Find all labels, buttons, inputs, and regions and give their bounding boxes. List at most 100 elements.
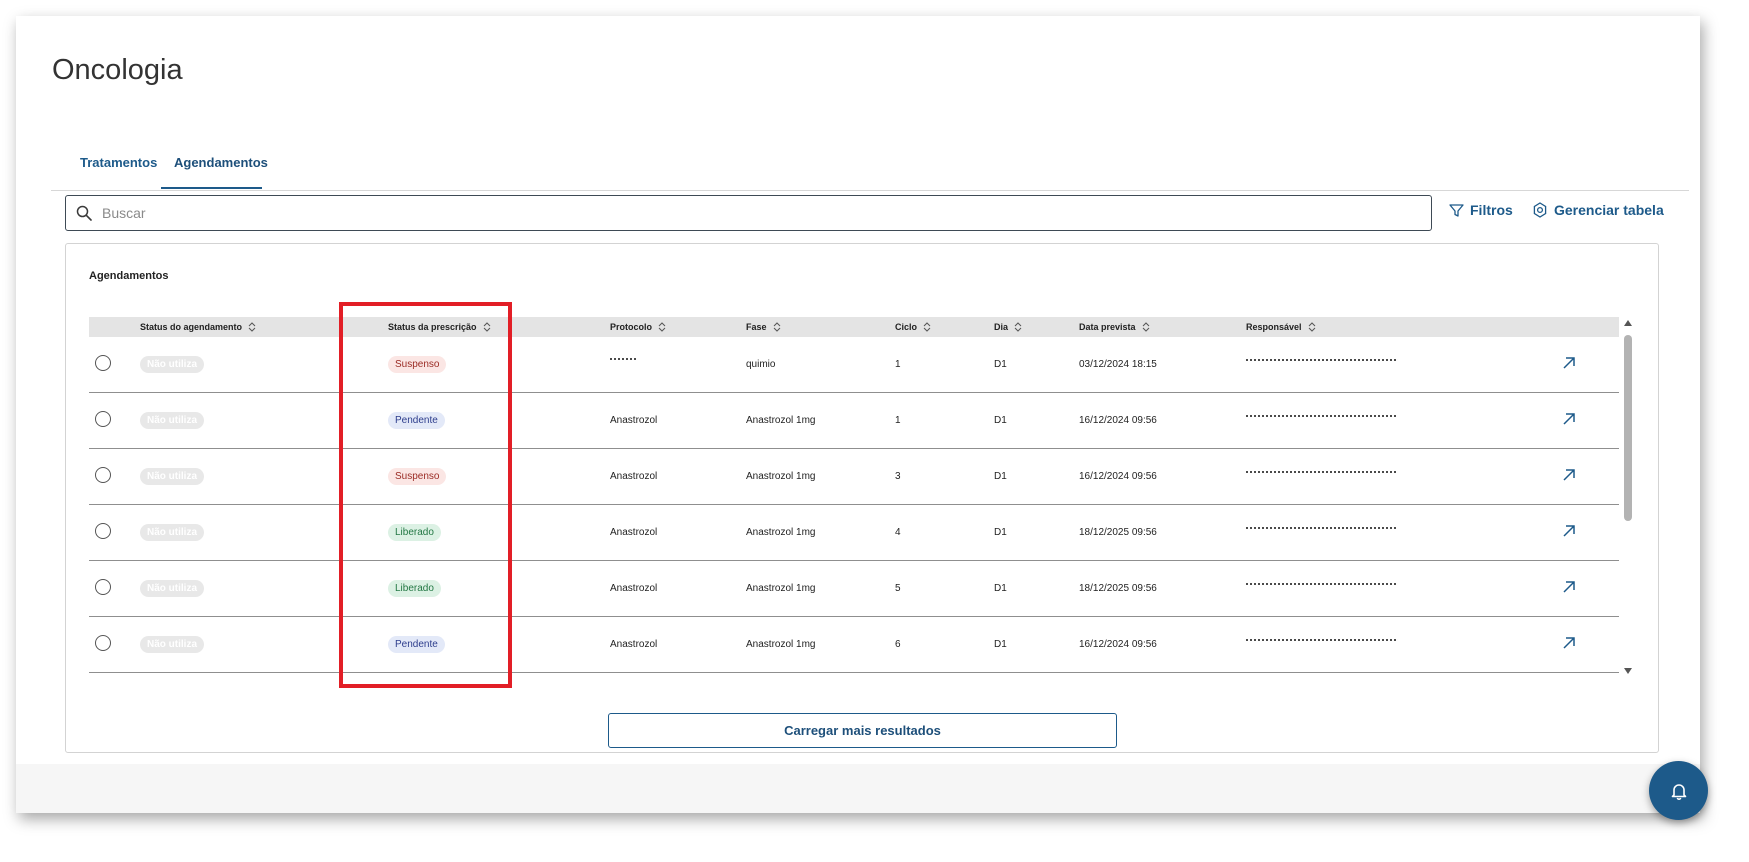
row-select-radio[interactable] xyxy=(95,411,111,427)
sort-icon xyxy=(1308,322,1315,332)
status-agendamento-badge: Não utiliza xyxy=(140,411,205,429)
tab-agendamentos[interactable]: Agendamentos xyxy=(161,143,268,189)
column-label: Ciclo xyxy=(895,322,918,332)
status-prescricao-badge: Suspenso xyxy=(388,467,447,485)
search-icon xyxy=(76,205,92,221)
column-label: Responsável xyxy=(1246,322,1302,332)
responsavel-masked xyxy=(1246,583,1396,587)
protocolo-cell: Anastrozol xyxy=(610,471,658,482)
fase-cell: Anastrozol 1mg xyxy=(746,415,816,426)
row-select-radio[interactable] xyxy=(95,523,111,539)
column-header-protocolo[interactable]: Protocolo xyxy=(610,317,666,337)
arrow-up-right-icon[interactable] xyxy=(1562,356,1576,370)
responsavel-masked xyxy=(1246,527,1396,531)
filter-icon xyxy=(1449,203,1464,217)
table-row[interactable]: Não utiliza Suspenso quimio 1 D1 03/12/2… xyxy=(89,337,1619,393)
tab-bar: Tratamentos Agendamentos xyxy=(51,143,1689,191)
row-select-radio[interactable] xyxy=(95,355,111,371)
column-header-status-prescricao[interactable]: Status da prescrição xyxy=(388,317,491,337)
filters-button[interactable]: Filtros xyxy=(1449,202,1513,218)
sort-icon xyxy=(658,322,666,332)
table-scrollbar[interactable] xyxy=(1621,317,1635,678)
column-header-dia[interactable]: Dia xyxy=(994,317,1022,337)
status-agendamento-badge: Não utiliza xyxy=(140,523,205,541)
column-header-status-agendamento[interactable]: Status do agendamento xyxy=(140,317,256,337)
table-row[interactable]: Não utiliza Pendente Anastrozol Anastroz… xyxy=(89,393,1619,449)
status-prescricao-badge: Suspenso xyxy=(388,355,447,373)
manage-table-button[interactable]: Gerenciar tabela xyxy=(1532,202,1664,218)
dia-cell: D1 xyxy=(994,527,1007,538)
protocolo-cell: Anastrozol xyxy=(610,527,658,538)
row-select-radio[interactable] xyxy=(95,467,111,483)
column-header-ciclo[interactable]: Ciclo xyxy=(895,317,931,337)
footer-band xyxy=(16,764,1700,813)
search-input[interactable] xyxy=(100,204,1404,222)
dia-cell: D1 xyxy=(994,415,1007,426)
sort-icon xyxy=(923,322,931,332)
ciclo-cell: 1 xyxy=(895,415,901,426)
status-agendamento-badge: Não utiliza xyxy=(140,579,205,597)
data-prevista-cell: 18/12/2025 09:56 xyxy=(1079,527,1157,538)
table-row[interactable]: Não utiliza Liberado Anastrozol Anastroz… xyxy=(89,505,1619,561)
sort-icon xyxy=(1014,322,1022,332)
notifications-button[interactable] xyxy=(1649,761,1708,820)
status-prescricao-badge: Pendente xyxy=(388,411,445,429)
status-agendamento-badge: Não utiliza xyxy=(140,355,205,373)
manage-table-label: Gerenciar tabela xyxy=(1554,202,1664,218)
sort-icon xyxy=(1142,322,1149,332)
scroll-up-arrow[interactable] xyxy=(1624,320,1632,326)
app-window: Oncologia Tratamentos Agendamentos Filtr… xyxy=(16,16,1708,820)
column-label: Data prevista xyxy=(1079,322,1136,332)
protocolo-masked xyxy=(610,358,636,362)
status-prescricao-badge: Pendente xyxy=(388,635,445,653)
responsavel-masked xyxy=(1246,359,1396,363)
fase-cell: Anastrozol 1mg xyxy=(746,471,816,482)
column-label: Status do agendamento xyxy=(140,322,243,332)
fase-cell: Anastrozol 1mg xyxy=(746,527,816,538)
column-label: Fase xyxy=(746,322,767,332)
table-header: Status do agendamento Status da prescriç… xyxy=(89,317,1619,337)
row-select-radio[interactable] xyxy=(95,635,111,651)
column-label: Status da prescrição xyxy=(388,322,477,332)
fase-cell: Anastrozol 1mg xyxy=(746,639,816,650)
status-prescricao-badge: Liberado xyxy=(388,523,441,541)
search-box xyxy=(65,195,1432,231)
data-prevista-cell: 16/12/2024 09:56 xyxy=(1079,415,1157,426)
arrow-up-right-icon[interactable] xyxy=(1562,580,1576,594)
table-row[interactable]: Não utiliza Liberado Anastrozol Anastroz… xyxy=(89,561,1619,617)
scrollbar-thumb[interactable] xyxy=(1624,335,1632,521)
dia-cell: D1 xyxy=(994,583,1007,594)
arrow-up-right-icon[interactable] xyxy=(1562,636,1576,650)
dia-cell: D1 xyxy=(994,471,1007,482)
protocolo-cell: Anastrozol xyxy=(610,583,658,594)
sort-icon xyxy=(483,322,490,332)
table-row[interactable]: Não utiliza Suspenso Anastrozol Anastroz… xyxy=(89,449,1619,505)
table-row[interactable]: Não utiliza Pendente Anastrozol Anastroz… xyxy=(89,617,1619,673)
scroll-down-arrow[interactable] xyxy=(1624,668,1632,674)
agendamentos-table: Status do agendamento Status da prescriç… xyxy=(89,317,1637,678)
arrow-up-right-icon[interactable] xyxy=(1562,524,1576,538)
dia-cell: D1 xyxy=(994,639,1007,650)
data-prevista-cell: 03/12/2024 18:15 xyxy=(1079,359,1157,370)
responsavel-masked xyxy=(1246,415,1396,419)
column-header-data-prevista[interactable]: Data prevista xyxy=(1079,317,1150,337)
data-prevista-cell: 16/12/2024 09:56 xyxy=(1079,639,1157,650)
panel-title: Agendamentos xyxy=(89,270,169,282)
ciclo-cell: 1 xyxy=(895,359,901,370)
column-header-responsavel[interactable]: Responsável xyxy=(1246,317,1316,337)
arrow-up-right-icon[interactable] xyxy=(1562,412,1576,426)
responsavel-masked xyxy=(1246,471,1396,475)
protocolo-cell: Anastrozol xyxy=(610,415,658,426)
tab-tratamentos[interactable]: Tratamentos xyxy=(67,143,175,189)
sort-icon xyxy=(773,322,780,332)
column-label: Protocolo xyxy=(610,322,652,332)
dia-cell: D1 xyxy=(994,359,1007,370)
status-agendamento-badge: Não utiliza xyxy=(140,467,205,485)
row-select-radio[interactable] xyxy=(95,579,111,595)
page-title: Oncologia xyxy=(52,54,183,86)
data-prevista-cell: 18/12/2025 09:56 xyxy=(1079,583,1157,594)
responsavel-masked xyxy=(1246,639,1396,643)
load-more-button[interactable]: Carregar mais resultados xyxy=(608,713,1117,748)
arrow-up-right-icon[interactable] xyxy=(1562,468,1576,482)
column-header-fase[interactable]: Fase xyxy=(746,317,781,337)
